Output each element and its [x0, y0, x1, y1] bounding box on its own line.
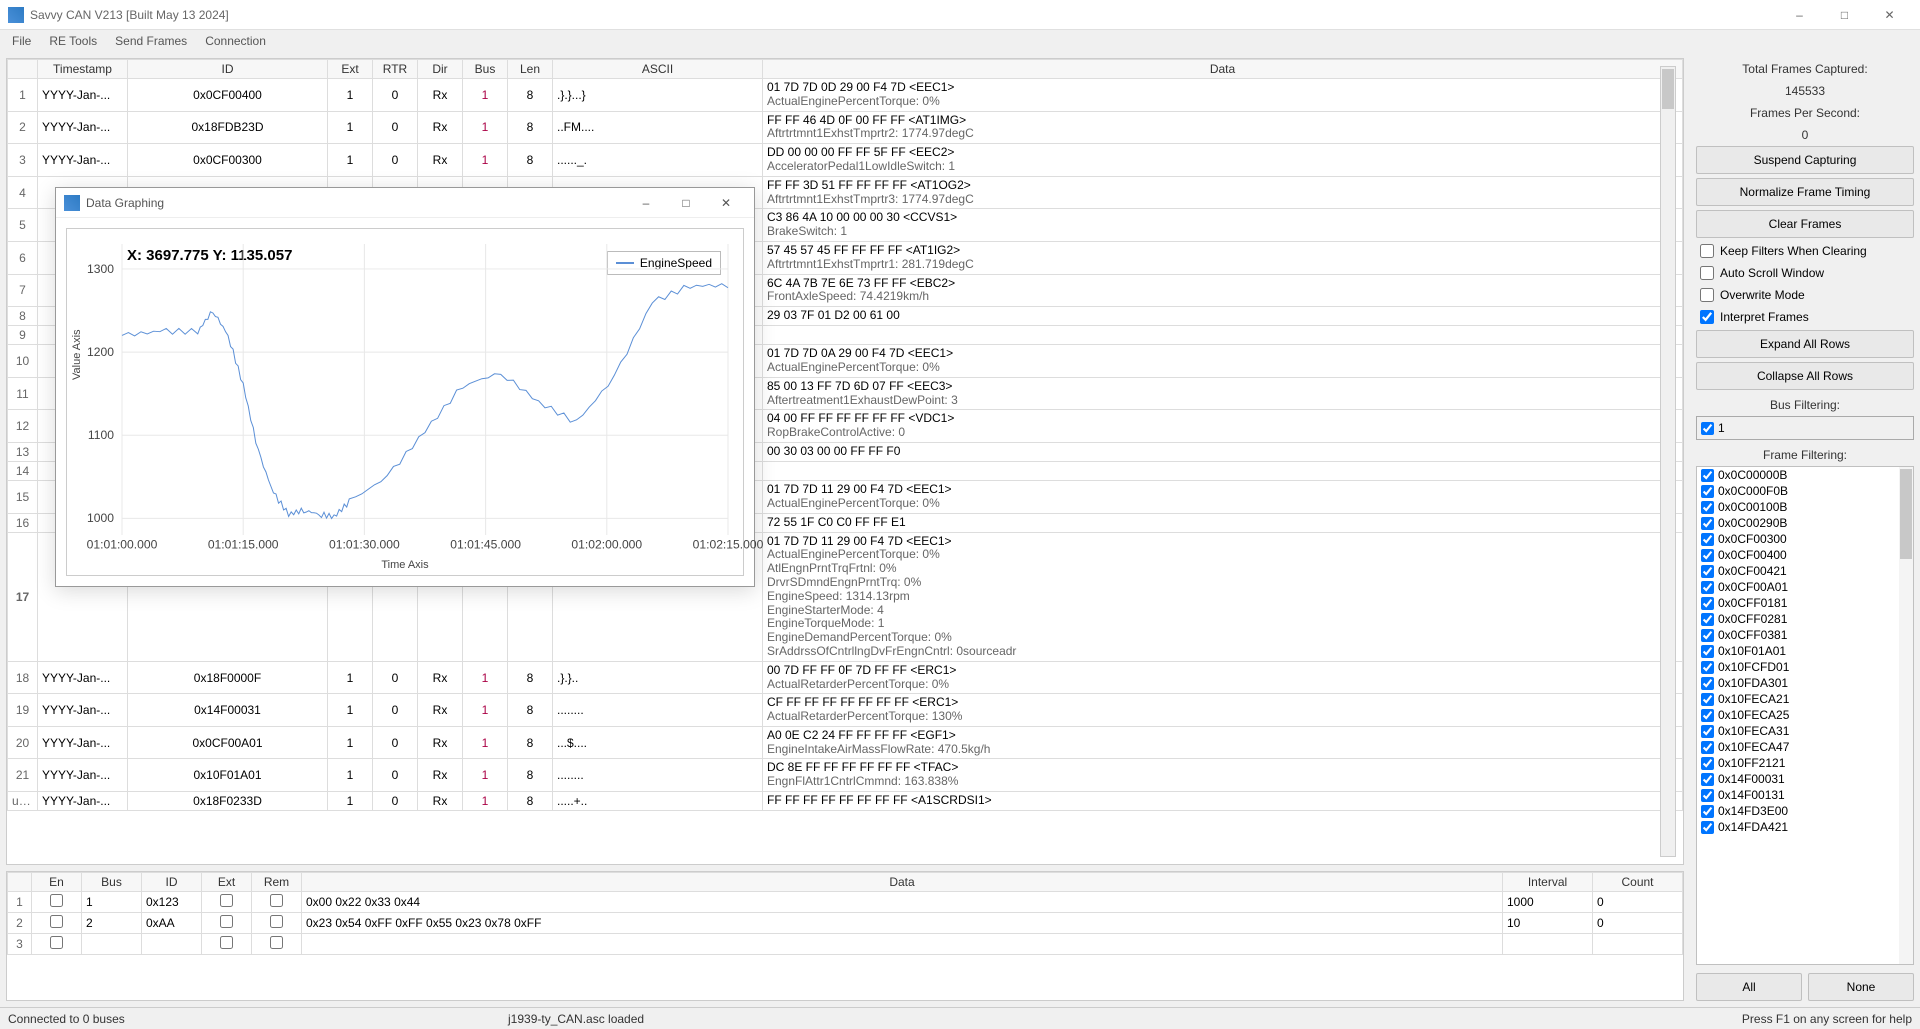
- filter-all-button[interactable]: All: [1696, 973, 1802, 1001]
- graph-minimize-button[interactable]: –: [626, 189, 666, 217]
- tx-table-row[interactable]: 3: [8, 934, 1683, 955]
- filter-item[interactable]: 0x10FDA301: [1697, 675, 1913, 691]
- filter-scrollbar[interactable]: [1899, 467, 1913, 964]
- filter-item[interactable]: 0x10F01A01: [1697, 643, 1913, 659]
- svg-text:01:01:15.000: 01:01:15.000: [208, 538, 279, 552]
- bus-filter-input[interactable]: 1: [1696, 416, 1914, 440]
- graph-title: Data Graphing: [86, 196, 164, 210]
- tx-table[interactable]: En Bus ID Ext Rem Data Interval Count 11…: [6, 871, 1684, 1001]
- graph-close-button[interactable]: ✕: [706, 189, 746, 217]
- y-axis-label: Value Axis: [71, 329, 83, 380]
- svg-text:01:01:45.000: 01:01:45.000: [450, 538, 521, 552]
- menu-connection[interactable]: Connection: [197, 32, 274, 50]
- window-title: Savvy CAN V213 [Built May 13 2024]: [30, 8, 1777, 22]
- menu-re-tools[interactable]: RE Tools: [41, 32, 105, 50]
- collapse-all-rows-button[interactable]: Collapse All Rows: [1696, 362, 1914, 390]
- fps-label: Frames Per Second:: [1696, 106, 1914, 120]
- clear-frames-button[interactable]: Clear Frames: [1696, 210, 1914, 238]
- filter-item[interactable]: 0x0C000F0B: [1697, 483, 1913, 499]
- plot-area[interactable]: X: 3697.775 Y: 1135.057 EngineSpeed Valu…: [66, 228, 744, 576]
- frame-filter-list[interactable]: 0x0C00000B 0x0C000F0B 0x0C00100B 0x0C002…: [1696, 466, 1914, 965]
- status-left: Connected to 0 buses: [8, 1012, 508, 1026]
- filter-item[interactable]: 0x0CF00421: [1697, 563, 1913, 579]
- filter-item[interactable]: 0x0CF00300: [1697, 531, 1913, 547]
- tx-table-row[interactable]: 110x1230x00 0x22 0x33 0x4410000: [8, 892, 1683, 913]
- filter-item[interactable]: 0x0CF00400: [1697, 547, 1913, 563]
- svg-text:1300: 1300: [87, 262, 114, 276]
- captured-label: Total Frames Captured:: [1696, 62, 1914, 76]
- table-row[interactable]: 19YYYY-Jan-...0x14F0003110Rx18........CF…: [8, 694, 1683, 727]
- close-button[interactable]: ✕: [1867, 0, 1912, 30]
- svg-text:1000: 1000: [87, 511, 114, 525]
- right-panel: Total Frames Captured: 145533 Frames Per…: [1690, 52, 1920, 1007]
- keep-filters-checkbox[interactable]: Keep Filters When Clearing: [1696, 242, 1914, 260]
- fps-value: 0: [1696, 128, 1914, 142]
- filter-none-button[interactable]: None: [1808, 973, 1914, 1001]
- svg-text:1100: 1100: [88, 428, 114, 442]
- filter-item[interactable]: 0x14F00131: [1697, 787, 1913, 803]
- minimize-button[interactable]: –: [1777, 0, 1822, 30]
- interpret-frames-checkbox[interactable]: Interpret Frames: [1696, 308, 1914, 326]
- titlebar: Savvy CAN V213 [Built May 13 2024] – □ ✕: [0, 0, 1920, 30]
- filter-item[interactable]: 0x0C00000B: [1697, 467, 1913, 483]
- table-row[interactable]: 3YYYY-Jan-...0x0CF0030010Rx18......_.DD …: [8, 144, 1683, 177]
- filter-item[interactable]: 0x10FECA25: [1697, 707, 1913, 723]
- overwrite-mode-checkbox[interactable]: Overwrite Mode: [1696, 286, 1914, 304]
- table-row[interactable]: 21YYYY-Jan-...0x10F01A0110Rx18........DC…: [8, 759, 1683, 792]
- table-row[interactable]: undefinedYYYY-Jan-...0x18F0233D10Rx18...…: [8, 792, 1683, 811]
- filter-item[interactable]: 0x0CFF0181: [1697, 595, 1913, 611]
- main-table-scrollbar[interactable]: [1660, 66, 1676, 857]
- svg-text:01:01:00.000: 01:01:00.000: [87, 538, 158, 552]
- svg-text:01:02:15.000: 01:02:15.000: [693, 538, 764, 552]
- menu-send-frames[interactable]: Send Frames: [107, 32, 195, 50]
- svg-text:01:01:30.000: 01:01:30.000: [329, 538, 400, 552]
- graph-window[interactable]: Data Graphing – □ ✕ X: 3697.775 Y: 1135.…: [55, 187, 755, 587]
- expand-all-rows-button[interactable]: Expand All Rows: [1696, 330, 1914, 358]
- maximize-button[interactable]: □: [1822, 0, 1867, 30]
- status-right: Press F1 on any screen for help: [1612, 1012, 1912, 1026]
- filter-item[interactable]: 0x14FDA421: [1697, 819, 1913, 835]
- filter-item[interactable]: 0x0CFF0381: [1697, 627, 1913, 643]
- filter-item[interactable]: 0x10FF2121: [1697, 755, 1913, 771]
- filter-item[interactable]: 0x14F00031: [1697, 771, 1913, 787]
- status-center: j1939-ty_CAN.asc loaded: [508, 1012, 1612, 1026]
- filter-item[interactable]: 0x14FD3E00: [1697, 803, 1913, 819]
- x-axis-label: Time Axis: [67, 559, 743, 571]
- plot-svg: 100011001200130001:01:00.00001:01:15.000…: [122, 244, 728, 535]
- graph-maximize-button[interactable]: □: [666, 189, 706, 217]
- table-row[interactable]: 18YYYY-Jan-...0x18F0000F10Rx18.}.}..00 7…: [8, 661, 1683, 694]
- filter-item[interactable]: 0x10FECA31: [1697, 723, 1913, 739]
- normalize-frame-timing-button[interactable]: Normalize Frame Timing: [1696, 178, 1914, 206]
- frame-filtering-label: Frame Filtering:: [1696, 448, 1914, 462]
- menu-file[interactable]: File: [4, 32, 39, 50]
- app-icon: [8, 7, 24, 23]
- suspend-capturing-button[interactable]: Suspend Capturing: [1696, 146, 1914, 174]
- menubar: File RE Tools Send Frames Connection: [0, 30, 1920, 52]
- filter-item[interactable]: 0x10FECA21: [1697, 691, 1913, 707]
- app-icon: [64, 195, 80, 211]
- filter-item[interactable]: 0x0CF00A01: [1697, 579, 1913, 595]
- captured-value: 145533: [1696, 84, 1914, 98]
- filter-item[interactable]: 0x0CFF0281: [1697, 611, 1913, 627]
- statusbar: Connected to 0 buses j1939-ty_CAN.asc lo…: [0, 1007, 1920, 1029]
- main-table-header: Timestamp ID Ext RTR Dir Bus Len ASCII D…: [8, 60, 1683, 79]
- svg-text:01:02:00.000: 01:02:00.000: [571, 538, 642, 552]
- bus-filtering-label: Bus Filtering:: [1696, 398, 1914, 412]
- table-row[interactable]: 20YYYY-Jan-...0x0CF00A0110Rx18...$....A0…: [8, 726, 1683, 759]
- svg-text:1200: 1200: [87, 345, 114, 359]
- table-row[interactable]: 1YYYY-Jan-...0x0CF0040010Rx18.}.}...}01 …: [8, 79, 1683, 112]
- auto-scroll-checkbox[interactable]: Auto Scroll Window: [1696, 264, 1914, 282]
- tx-table-row[interactable]: 220xAA0x23 0x54 0xFF 0xFF 0x55 0x23 0x78…: [8, 913, 1683, 934]
- filter-item[interactable]: 0x10FECA47: [1697, 739, 1913, 755]
- graph-titlebar[interactable]: Data Graphing – □ ✕: [56, 188, 754, 218]
- filter-item[interactable]: 0x10FCFD01: [1697, 659, 1913, 675]
- filter-item[interactable]: 0x0C00290B: [1697, 515, 1913, 531]
- filter-item[interactable]: 0x0C00100B: [1697, 499, 1913, 515]
- tx-table-header: En Bus ID Ext Rem Data Interval Count: [8, 873, 1683, 892]
- table-row[interactable]: 2YYYY-Jan-...0x18FDB23D10Rx18..FM....FF …: [8, 111, 1683, 144]
